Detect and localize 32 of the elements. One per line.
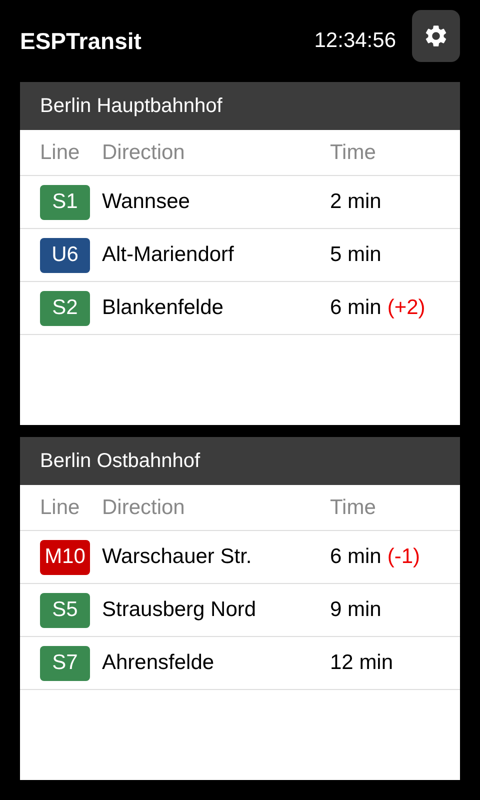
clock: 12:34:56: [314, 29, 396, 53]
column-header: Direction: [102, 140, 186, 164]
app-title: ESPTransit: [20, 28, 142, 54]
line-badge: U6: [40, 238, 90, 272]
column-header: Line: [40, 496, 81, 520]
departure-time: 2 min: [330, 190, 382, 214]
departure-time: 5 min: [330, 243, 382, 267]
line-badge: S2: [40, 290, 90, 326]
direction-text: Blankenfelde: [102, 296, 224, 320]
direction-text: Strausberg Nord: [102, 598, 258, 622]
departure-time: 6 min: [330, 296, 382, 320]
column-header: Time: [330, 140, 376, 164]
column-header: Direction: [102, 496, 186, 520]
station-header: Berlin Hauptbahnhof: [20, 82, 460, 130]
column-header: Line: [40, 140, 81, 164]
direction-text: Wannsee: [102, 190, 191, 214]
departure-time: 9 min: [330, 598, 382, 622]
settings-icon: [423, 23, 449, 49]
line-badge: S5: [40, 592, 90, 628]
line-badge: M10: [40, 540, 90, 574]
departure-time: 6 min: [330, 545, 382, 569]
line-badge: S7: [40, 646, 90, 680]
column-header: Time: [330, 496, 376, 520]
settings-button[interactable]: [412, 10, 460, 62]
direction-text: Alt-Mariendorf: [102, 243, 235, 267]
line-badge: S1: [40, 184, 90, 220]
delay-text: (+2): [387, 296, 426, 320]
delay-text: (-1): [387, 545, 420, 569]
station-header: Berlin Ostbahnhof: [20, 437, 460, 485]
direction-text: Warschauer Str.: [102, 545, 253, 569]
departure-time: 12 min: [330, 651, 394, 675]
direction-text: Ahrensfelde: [102, 651, 216, 675]
